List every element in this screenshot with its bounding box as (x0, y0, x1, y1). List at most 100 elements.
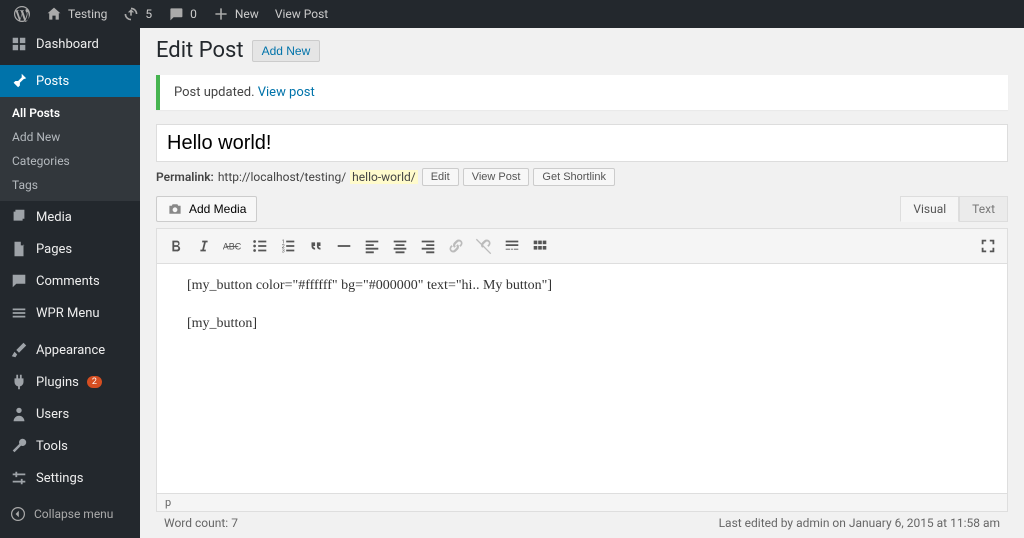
sidebar-item-label: Settings (36, 471, 83, 486)
dashboard-icon (10, 35, 28, 53)
sidebar-item-label: Plugins (36, 375, 79, 390)
updates-toggle[interactable]: 5 (115, 0, 160, 28)
wrench-icon (10, 437, 28, 455)
sidebar-item-label: Appearance (36, 343, 105, 358)
submenu-all-posts[interactable]: All Posts (0, 101, 140, 125)
kitchen-sink-button[interactable] (527, 233, 553, 259)
sidebar-item-label: Pages (36, 242, 72, 257)
toolbar-toggle-icon (531, 237, 549, 255)
posts-submenu: All Posts Add New Categories Tags (0, 97, 140, 201)
view-post-button[interactable]: View Post (463, 168, 530, 186)
strikethrough-icon: ABC (223, 237, 241, 255)
site-name: Testing (68, 7, 107, 21)
admin-sidebar: Dashboard Posts All Posts Add New Catego… (0, 28, 140, 538)
link-icon (447, 237, 465, 255)
bold-button[interactable] (163, 233, 189, 259)
numbered-list-button[interactable]: 123 (275, 233, 301, 259)
permalink-label: Permalink: (156, 170, 214, 184)
add-media-button[interactable]: Add Media (156, 196, 257, 222)
sidebar-item-posts[interactable]: Posts (0, 65, 140, 97)
unlink-button[interactable] (471, 233, 497, 259)
permalink-slug: hello-world/ (350, 170, 418, 184)
editor-content[interactable]: [my_button color="#ffffff" bg="#000000" … (156, 264, 1008, 494)
sidebar-item-comments[interactable]: Comments (0, 265, 140, 297)
more-button[interactable] (499, 233, 525, 259)
collapse-menu[interactable]: Collapse menu (0, 499, 140, 529)
get-shortlink-button[interactable]: Get Shortlink (533, 168, 615, 186)
sidebar-item-media[interactable]: Media (0, 201, 140, 233)
update-notice: Post updated. View post (156, 75, 1008, 110)
quote-icon (307, 237, 325, 255)
align-center-button[interactable] (387, 233, 413, 259)
sidebar-item-appearance[interactable]: Appearance (0, 334, 140, 366)
site-home[interactable]: Testing (38, 0, 115, 28)
collapse-icon (10, 506, 26, 522)
submenu-tags[interactable]: Tags (0, 173, 140, 197)
sidebar-item-label: Comments (36, 274, 100, 289)
wp-logo[interactable] (6, 0, 38, 28)
svg-text:3: 3 (282, 248, 285, 254)
comments-icon (10, 272, 28, 290)
bold-icon (167, 237, 185, 255)
fullscreen-icon (979, 237, 997, 255)
new-content[interactable]: New (205, 0, 267, 28)
submenu-add-new[interactable]: Add New (0, 125, 140, 149)
sidebar-item-plugins[interactable]: Plugins 2 (0, 366, 140, 398)
add-new-button[interactable]: Add New (252, 40, 321, 62)
sidebar-item-label: Users (36, 407, 69, 422)
italic-icon (195, 237, 213, 255)
updates-icon (123, 6, 139, 22)
wordpress-icon (14, 6, 30, 22)
sidebar-item-label: Posts (36, 74, 69, 89)
blockquote-button[interactable] (303, 233, 329, 259)
media-icon (10, 208, 28, 226)
plus-icon (213, 6, 229, 22)
more-icon (503, 237, 521, 255)
sidebar-item-settings[interactable]: Settings (0, 462, 140, 494)
align-center-icon (391, 237, 409, 255)
hr-button[interactable] (331, 233, 357, 259)
sidebar-item-label: Dashboard (36, 37, 99, 52)
strikethrough-button[interactable]: ABC (219, 233, 245, 259)
admin-bar: Testing 5 0 New View Post (0, 0, 1024, 28)
main-content: Edit Post Add New Post updated. View pos… (140, 28, 1024, 538)
home-icon (46, 6, 62, 22)
sidebar-item-wpr-menu[interactable]: WPR Menu (0, 297, 140, 329)
link-button[interactable] (443, 233, 469, 259)
comments-toggle[interactable]: 0 (160, 0, 205, 28)
content-line: [my_button color="#ffffff" bg="#000000" … (187, 278, 977, 294)
hr-icon (335, 237, 353, 255)
view-post-link[interactable]: View post (258, 85, 315, 100)
editor-tabs: Visual Text (900, 196, 1008, 222)
editor-wrap: Visual Text ABC 123 [my_button color="#f… (156, 228, 1008, 534)
edit-permalink-button[interactable]: Edit (422, 168, 459, 186)
view-post-link[interactable]: View Post (267, 0, 336, 28)
last-edited: Last edited by admin on January 6, 2015 … (719, 516, 1000, 530)
align-right-button[interactable] (415, 233, 441, 259)
editor-status-bar: Word count: 7 Last edited by admin on Ja… (156, 512, 1008, 534)
sidebar-item-tools[interactable]: Tools (0, 430, 140, 462)
menu-icon (10, 304, 28, 322)
sidebar-item-label: Media (36, 210, 72, 225)
tab-text[interactable]: Text (959, 196, 1008, 222)
comment-icon (168, 6, 184, 22)
page-header: Edit Post Add New (156, 38, 1008, 63)
notice-text: Post updated. (174, 85, 258, 100)
sidebar-item-dashboard[interactable]: Dashboard (0, 28, 140, 60)
fullscreen-button[interactable] (975, 233, 1001, 259)
page-icon (10, 240, 28, 258)
sidebar-item-pages[interactable]: Pages (0, 233, 140, 265)
tab-visual[interactable]: Visual (900, 196, 959, 222)
plugins-badge: 2 (87, 376, 102, 388)
italic-button[interactable] (191, 233, 217, 259)
word-count: Word count: 7 (164, 516, 238, 530)
submenu-categories[interactable]: Categories (0, 149, 140, 173)
sidebar-item-users[interactable]: Users (0, 398, 140, 430)
unlink-icon (475, 237, 493, 255)
bullet-list-button[interactable] (247, 233, 273, 259)
pin-icon (10, 72, 28, 90)
post-title-input[interactable] (156, 124, 1008, 162)
align-left-button[interactable] (359, 233, 385, 259)
brush-icon (10, 341, 28, 359)
permalink-row: Permalink: http://localhost/testing/hell… (156, 162, 1008, 196)
